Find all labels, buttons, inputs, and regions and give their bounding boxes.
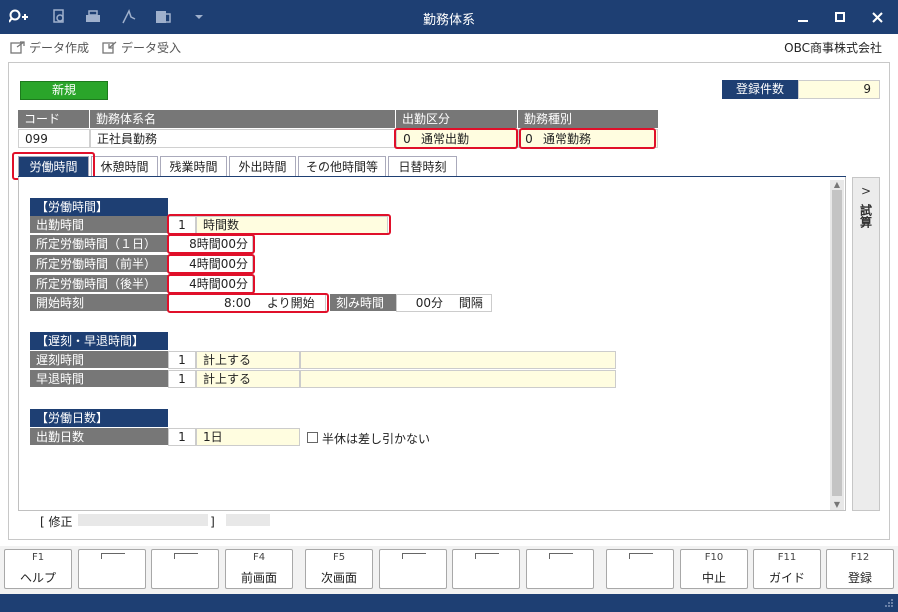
- col-header-name: 勤務体系名: [90, 110, 396, 128]
- attendance-field[interactable]: 0 通常出勤: [396, 129, 518, 148]
- name-field[interactable]: 正社員勤務: [90, 129, 396, 148]
- company-name: OBC商事株式会社: [784, 41, 882, 55]
- start-time-field[interactable]: 8:00 より開始: [168, 294, 326, 312]
- trial-calc-label: 試算: [858, 204, 873, 228]
- tab-outing[interactable]: 外出時間: [229, 156, 296, 177]
- vertical-scrollbar[interactable]: ▲ ▼: [830, 180, 844, 510]
- f12-register-button[interactable]: F12 登録: [826, 549, 894, 589]
- tab-other-time[interactable]: その他時間等: [298, 156, 386, 177]
- early-leave-label: 早退時間: [30, 370, 168, 388]
- interval-suffix: 間隔: [458, 296, 483, 310]
- close-icon[interactable]: [864, 6, 890, 28]
- code-field[interactable]: 099: [18, 129, 90, 148]
- data-receive-button[interactable]: データ受入: [102, 38, 181, 56]
- data-create-button[interactable]: データ作成: [10, 38, 89, 56]
- late-time-num[interactable]: 1: [168, 351, 196, 369]
- chevron-right-icon: >: [860, 184, 872, 198]
- section-work-time: 【労働時間】: [30, 198, 168, 216]
- late-time-value[interactable]: 計上する: [196, 351, 300, 369]
- window-title: 勤務体系: [422, 13, 475, 28]
- interval-value: 00分: [415, 296, 443, 310]
- redacted-area: [78, 514, 208, 526]
- work-days-num[interactable]: 1: [168, 428, 196, 446]
- half-holiday-checkbox[interactable]: [307, 432, 318, 443]
- std-second-value[interactable]: 4時間00分: [168, 275, 253, 293]
- std-second-label: 所定労働時間（後半）: [30, 275, 168, 293]
- mode-badge: 新規: [20, 81, 108, 100]
- scroll-down-icon[interactable]: ▼: [830, 500, 844, 510]
- scroll-thumb[interactable]: [832, 190, 842, 496]
- early-leave-value[interactable]: 計上する: [196, 370, 300, 388]
- col-header-attendance: 出勤区分: [396, 110, 518, 128]
- std-first-value[interactable]: 4時間00分: [168, 255, 253, 273]
- late-time-extra: [300, 351, 616, 369]
- f6-button[interactable]: [379, 549, 447, 589]
- half-holiday-label: 半休は差し引かない: [322, 432, 431, 446]
- section-late-early: 【遅刻・早退時間】: [30, 332, 168, 350]
- std-day-value[interactable]: 8時間00分: [168, 235, 253, 253]
- import-icon: [102, 40, 118, 54]
- f11-guide-button[interactable]: F11 ガイド: [753, 549, 821, 589]
- f5-next-screen-button[interactable]: F5 次画面: [305, 549, 373, 589]
- f3-button[interactable]: [151, 549, 219, 589]
- scroll-up-icon[interactable]: ▲: [830, 180, 844, 190]
- early-leave-num[interactable]: 1: [168, 370, 196, 388]
- tab-break-time[interactable]: 休憩時間: [91, 156, 158, 177]
- f7-button[interactable]: [452, 549, 520, 589]
- status-bar: [0, 594, 898, 612]
- start-time-label: 開始時刻: [30, 294, 168, 312]
- col-header-work-type: 勤務種別: [518, 110, 658, 128]
- start-time-suffix: より開始: [266, 296, 315, 310]
- early-leave-extra: [300, 370, 616, 388]
- work-type-field[interactable]: 0 通常勤務: [518, 129, 658, 148]
- work-days-label: 出勤日数: [30, 428, 168, 446]
- action-toolbar: データ作成 データ受入: [0, 34, 898, 60]
- interval-label: 刻み時間: [330, 294, 396, 312]
- f9-button[interactable]: [606, 549, 674, 589]
- tab-overtime[interactable]: 残業時間: [160, 156, 227, 177]
- maximize-icon[interactable]: [827, 6, 853, 28]
- resize-grip-icon[interactable]: [884, 598, 894, 608]
- start-time-value: 8:00: [224, 296, 251, 310]
- count-value: 9: [798, 80, 880, 99]
- f10-cancel-button[interactable]: F10 中止: [680, 549, 748, 589]
- trial-calc-panel[interactable]: > 試算: [852, 177, 880, 511]
- attendance-time-label: 出勤時間: [30, 216, 168, 234]
- col-header-code: コード: [18, 110, 90, 128]
- attendance-time-num[interactable]: 1: [168, 216, 196, 234]
- f1-help-button[interactable]: F1 ヘルプ: [4, 549, 72, 589]
- late-time-label: 遅刻時間: [30, 351, 168, 369]
- redacted-area-2: [226, 514, 270, 526]
- interval-field[interactable]: 00分 間隔: [396, 294, 492, 312]
- f8-button[interactable]: [526, 549, 594, 589]
- title-bar: 勤務体系: [0, 0, 898, 34]
- attendance-value: 通常出勤: [421, 132, 470, 146]
- function-key-bar: F1 ヘルプ F4 前画面 F5 次画面 F10 中止 F11 ガイド F12 登録: [0, 546, 898, 594]
- std-first-label: 所定労働時間（前半）: [30, 255, 168, 273]
- f4-prev-screen-button[interactable]: F4 前画面: [225, 549, 293, 589]
- tab-work-time[interactable]: 労働時間: [18, 156, 89, 177]
- work-type-value: 通常勤務: [543, 132, 592, 146]
- export-icon: [10, 40, 26, 54]
- count-label: 登録件数: [722, 80, 798, 99]
- f2-button[interactable]: [78, 549, 146, 589]
- tab-daily-time[interactable]: 日替時刻: [388, 156, 457, 177]
- minimize-icon[interactable]: [790, 6, 816, 28]
- section-work-days: 【労働日数】: [30, 409, 168, 427]
- work-days-value[interactable]: 1日: [196, 428, 300, 446]
- std-day-label: 所定労働時間（１日）: [30, 235, 168, 253]
- attendance-time-value[interactable]: 時間数: [196, 216, 388, 234]
